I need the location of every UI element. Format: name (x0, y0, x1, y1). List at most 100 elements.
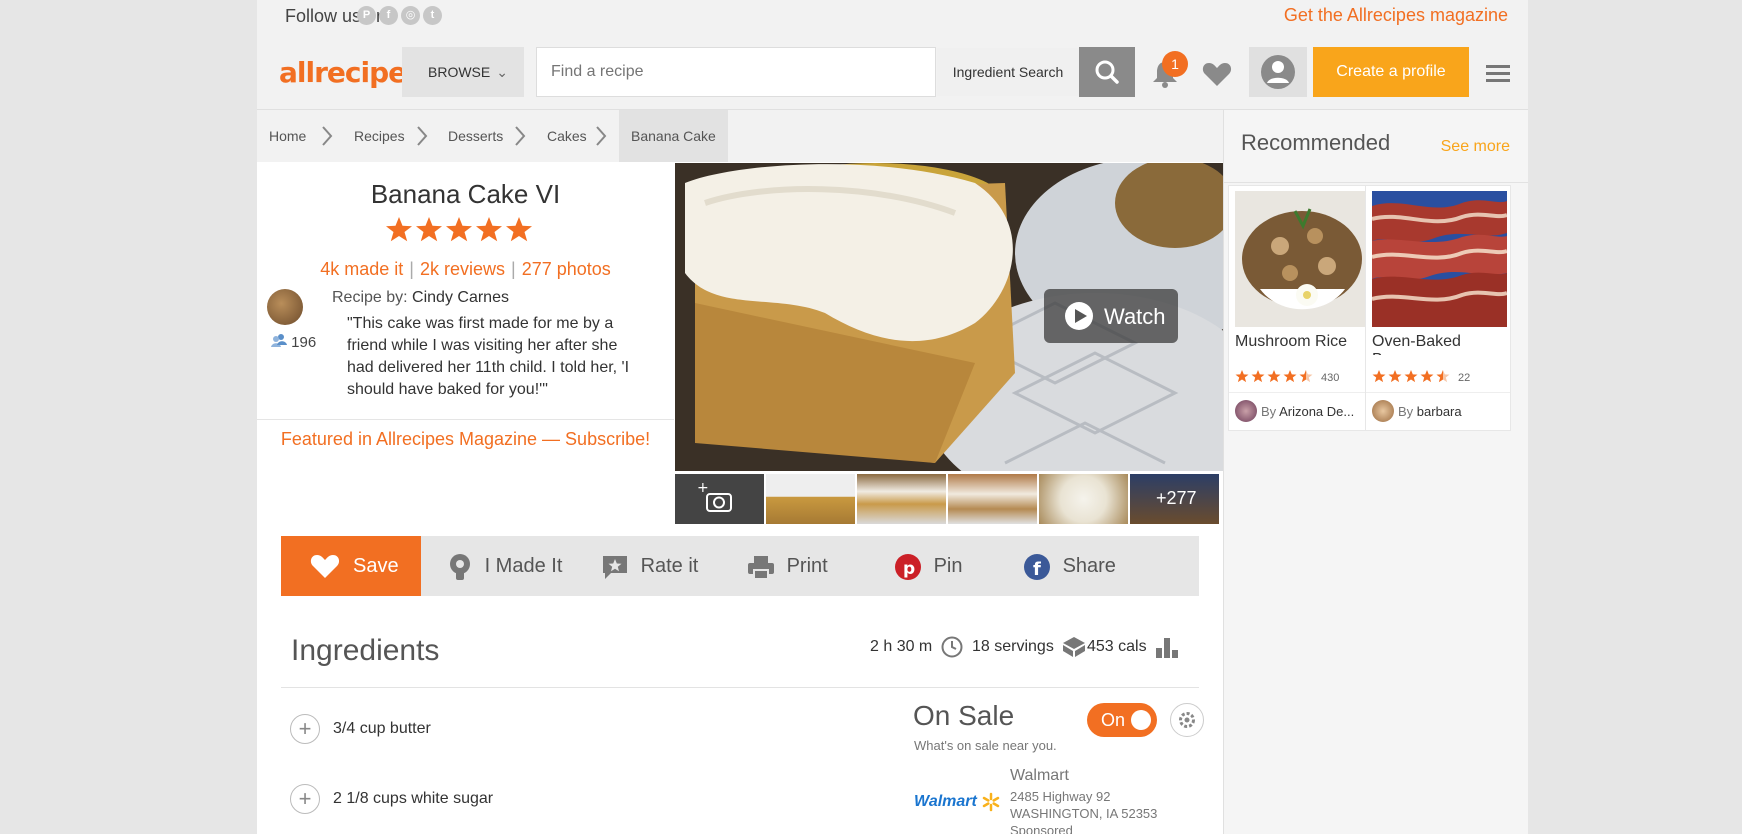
breadcrumb-cakes[interactable]: Cakes (547, 110, 587, 162)
breadcrumb-recipes[interactable]: Recipes (354, 110, 405, 162)
magazine-link[interactable]: Get the Allrecipes magazine (1284, 5, 1508, 26)
breadcrumb-banana-cake[interactable]: Banana Cake (619, 110, 728, 162)
allrecipes-logo[interactable]: allrecipes (279, 56, 423, 89)
store-name[interactable]: Walmart (1010, 767, 1069, 785)
add-ingredient-icon[interactable]: + (290, 784, 320, 814)
walmart-logo-text: Walmart (914, 793, 977, 811)
servings-value: 18 servings (972, 638, 1054, 656)
thumbnail-image[interactable] (766, 474, 855, 524)
servings[interactable]: 18 servings (972, 636, 1086, 658)
on-sale-toggle[interactable]: On (1087, 703, 1157, 737)
facebook-icon[interactable]: f (379, 6, 398, 25)
photos-link[interactable]: 277 photos (522, 259, 611, 279)
card-author[interactable]: By barbara (1398, 404, 1508, 419)
breadcrumb-desserts[interactable]: Desserts (448, 110, 503, 162)
ingredient-search-button[interactable]: Ingredient Search (937, 48, 1079, 96)
card-title[interactable]: Oven-Baked Bacon (1372, 333, 1507, 355)
create-profile-button[interactable]: Create a profile (1313, 47, 1469, 97)
star-icon (1372, 370, 1386, 383)
favorites-button[interactable] (1201, 60, 1233, 93)
add-ingredient-icon[interactable]: + (290, 714, 320, 744)
ingredient-text: 3/4 cup butter (333, 720, 431, 737)
thumbnail-image[interactable] (948, 474, 1037, 524)
card-author[interactable]: By Arizona De... (1261, 404, 1371, 419)
search-button[interactable] (1079, 47, 1135, 97)
reviews-link[interactable]: 2k reviews (420, 259, 505, 279)
rate-it-label: Rate it (640, 555, 699, 577)
menu-button[interactable] (1486, 64, 1510, 89)
action-bar: Save I Made It Rate it Print p Pin f Sha… (281, 536, 1199, 596)
watch-video-button[interactable]: Watch (1044, 289, 1178, 343)
divider (281, 687, 1199, 688)
card-author-avatar[interactable] (1235, 400, 1257, 422)
print-button[interactable]: Print (747, 536, 828, 596)
facebook-icon: f (1024, 553, 1050, 580)
cook-time-value: 2 h 30 m (870, 638, 933, 656)
heart-icon (1202, 63, 1232, 86)
more-photos-count: +277 (1156, 488, 1197, 508)
chevron-right-icon (596, 126, 607, 146)
profile-avatar-button[interactable] (1249, 47, 1307, 97)
save-button[interactable]: Save (281, 536, 421, 596)
sponsored-label: Sponsored (1010, 823, 1073, 834)
made-it-count[interactable]: 4k made it (320, 259, 403, 279)
save-label: Save (353, 555, 399, 577)
card-by-label: By (1398, 404, 1414, 419)
recipe-card[interactable]: Oven-Baked Bacon 22 By barbara (1365, 185, 1511, 431)
divider (1224, 182, 1528, 183)
pinterest-icon: p (895, 553, 921, 580)
more-photos-button[interactable]: +277 (1130, 474, 1219, 524)
card-rating-stars (1372, 370, 1450, 383)
search-input[interactable] (537, 48, 927, 96)
pinterest-icon[interactable]: P (357, 6, 376, 25)
rate-it-button[interactable]: Rate it (601, 536, 698, 596)
share-label: Share (1062, 555, 1116, 577)
calories[interactable]: 453 cals (1087, 636, 1179, 658)
author-name[interactable]: Cindy Carnes (412, 289, 509, 306)
ingredient-text: 2 1/8 cups white sugar (333, 790, 494, 807)
browse-button[interactable]: BROWSE ⌄ (402, 47, 524, 97)
pin-button[interactable]: p Pin (894, 536, 962, 596)
thumbnail-image[interactable] (857, 474, 946, 524)
store-address-line2: WASHINGTON, IA 52353 (1010, 806, 1158, 821)
star-icon (506, 217, 532, 242)
print-label: Print (786, 555, 828, 577)
chevron-down-icon: ⌄ (496, 64, 508, 80)
author-avatar[interactable] (267, 289, 303, 325)
card-title[interactable]: Mushroom Rice (1235, 333, 1370, 355)
search-icon (1095, 60, 1119, 84)
thumbnail-image[interactable] (1039, 474, 1128, 524)
chef-hat-icon (450, 553, 470, 580)
breadcrumb-home[interactable]: Home (269, 110, 306, 162)
recipe-by-label: Recipe by: (332, 289, 408, 306)
i-made-it-button[interactable]: I Made It (447, 536, 562, 596)
rating-stars[interactable] (385, 215, 545, 245)
share-button[interactable]: f Share (1023, 536, 1116, 596)
mushroom-rice-image[interactable] (1235, 191, 1370, 327)
instagram-icon[interactable]: ◎ (401, 6, 420, 25)
divider (257, 419, 674, 420)
card-review-count: 22 (1458, 372, 1471, 384)
card-rating-stars (1235, 370, 1313, 383)
recommended-sidebar: Recommended See more Mushroom Rice 430 B… (1223, 110, 1528, 834)
card-author-name: Arizona De... (1279, 404, 1355, 419)
breadcrumb: Home Recipes Desserts Cakes Banana Cake (257, 110, 1223, 162)
followers-number: 196 (291, 334, 317, 351)
see-more-link[interactable]: See more (1441, 138, 1510, 156)
notification-badge: 1 (1162, 51, 1188, 77)
walmart-logo[interactable]: Walmart (914, 792, 1001, 812)
rate-comment-icon (603, 555, 627, 579)
twitter-icon[interactable]: t (423, 6, 442, 25)
social-strip: Follow us on: P f ◎ t Get the Allrecipes… (257, 0, 1528, 34)
recipe-card[interactable]: Mushroom Rice 430 By Arizona De... (1228, 185, 1374, 431)
oven-baked-bacon-image[interactable] (1372, 191, 1507, 327)
toggle-knob (1131, 710, 1151, 730)
add-photo-button[interactable]: + (675, 474, 764, 524)
settings-button[interactable] (1170, 703, 1204, 737)
featured-subscribe-link[interactable]: Featured in Allrecipes Magazine — Subscr… (257, 429, 674, 450)
printer-icon (748, 555, 774, 580)
play-icon (1065, 302, 1093, 330)
card-author-name: barbara (1416, 404, 1462, 419)
card-author-avatar[interactable] (1372, 400, 1394, 422)
half-star-fill (1436, 370, 1443, 383)
